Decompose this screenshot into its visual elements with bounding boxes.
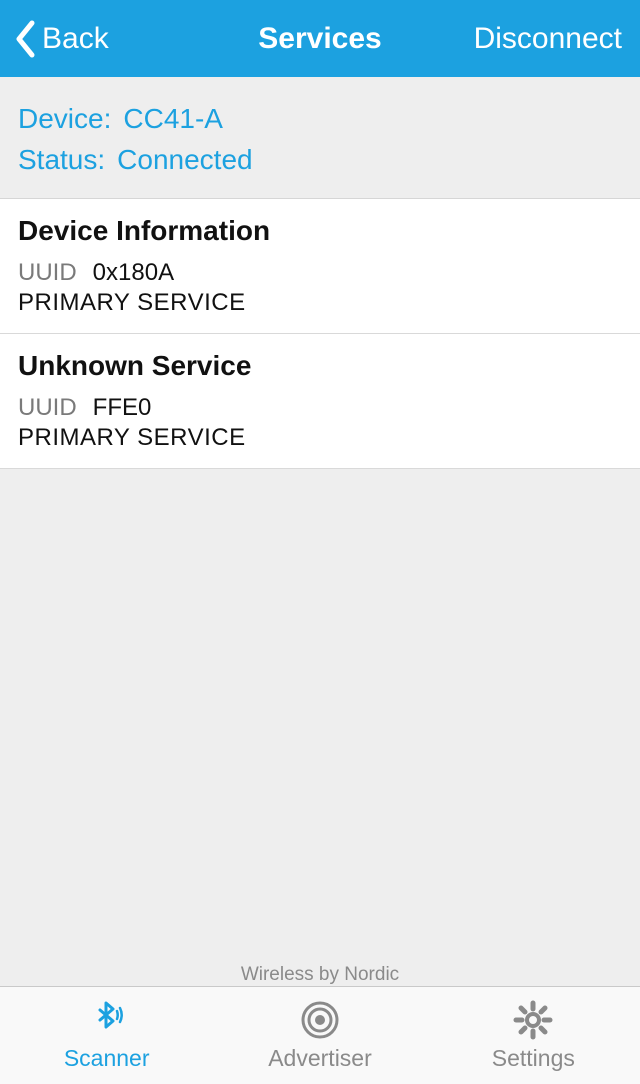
uuid-label: UUID	[18, 394, 77, 421]
service-type: PRIMARY SERVICE	[18, 424, 622, 452]
device-name: CC41-A	[123, 99, 223, 140]
uuid-value: FFE0	[93, 394, 152, 421]
service-type: PRIMARY SERVICE	[18, 289, 622, 317]
navbar: Back Services Disconnect	[0, 0, 640, 77]
uuid-value: 0x180A	[93, 259, 174, 286]
tab-advertiser[interactable]: Advertiser	[213, 987, 426, 1084]
service-title: Unknown Service	[18, 350, 622, 382]
back-label: Back	[42, 22, 109, 56]
status-value: Connected	[117, 140, 252, 181]
footer-text: Wireless by Nordic	[0, 964, 640, 986]
status-label: Status:	[18, 140, 105, 181]
tabbar: Scanner Advertiser Settings	[0, 986, 640, 1084]
service-row[interactable]: Device Information UUID 0x180A PRIMARY SE…	[0, 199, 640, 334]
broadcast-icon	[299, 999, 341, 1041]
tab-label: Scanner	[64, 1045, 150, 1072]
tab-label: Settings	[492, 1045, 575, 1072]
device-label: Device:	[18, 99, 111, 140]
uuid-label: UUID	[18, 259, 77, 286]
tab-settings[interactable]: Settings	[427, 987, 640, 1084]
back-button[interactable]: Back	[0, 20, 109, 58]
chevron-left-icon	[14, 20, 36, 58]
services-list: Device Information UUID 0x180A PRIMARY SE…	[0, 199, 640, 469]
tab-label: Advertiser	[268, 1045, 372, 1072]
service-title: Device Information	[18, 215, 622, 247]
service-row[interactable]: Unknown Service UUID FFE0 PRIMARY SERVICE	[0, 334, 640, 469]
page-title: Services	[258, 22, 381, 56]
bluetooth-icon	[86, 999, 128, 1041]
disconnect-button[interactable]: Disconnect	[474, 22, 640, 56]
gear-icon	[512, 999, 554, 1041]
tab-scanner[interactable]: Scanner	[0, 987, 213, 1084]
device-info-block: Device: CC41-A Status: Connected	[0, 77, 640, 199]
